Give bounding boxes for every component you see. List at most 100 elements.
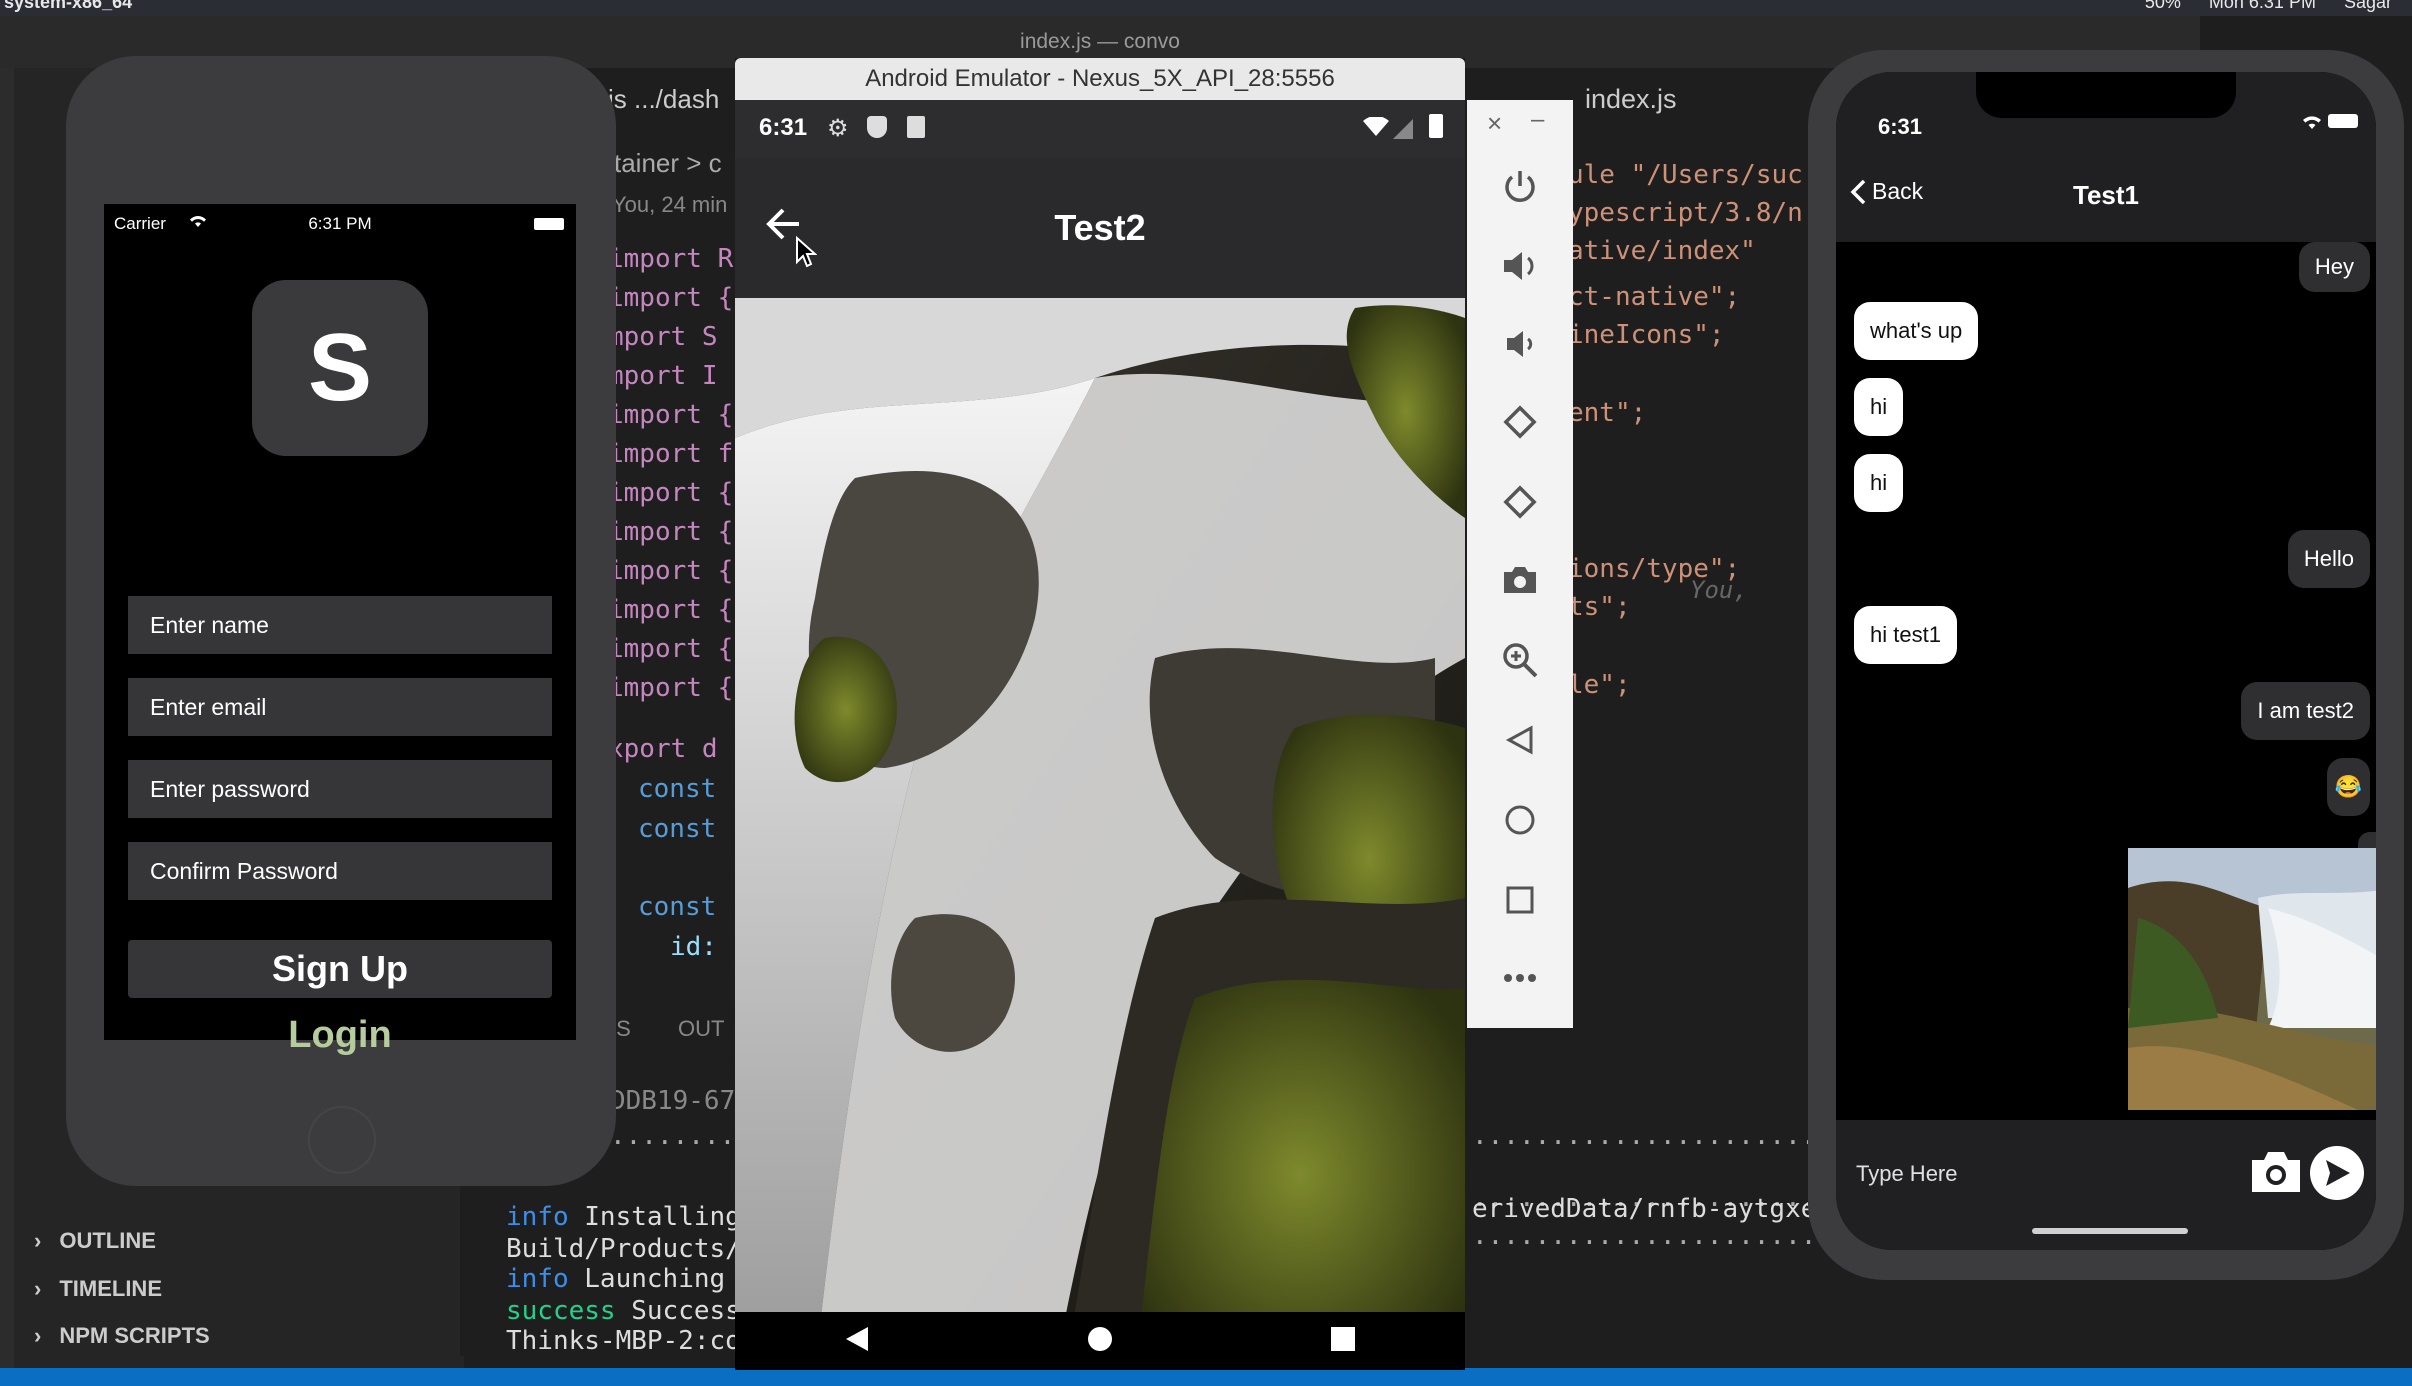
overview-icon[interactable] bbox=[1492, 872, 1548, 928]
code-id-line: id: bbox=[670, 932, 717, 962]
code-line: import f bbox=[608, 439, 734, 469]
close-icon[interactable]: × bbox=[1487, 108, 1502, 139]
battery-icon bbox=[534, 218, 564, 230]
waterfall-image bbox=[735, 298, 1465, 1370]
terminal-derived-data: erivedData/rnfb-aytgxec bbox=[1472, 1194, 1833, 1224]
nav-back-icon[interactable] bbox=[844, 1325, 870, 1358]
terminal-line-text: Thinks-MBP-2:co bbox=[506, 1326, 741, 1356]
rotate-right-icon[interactable] bbox=[1492, 474, 1548, 530]
message-bubble-out: Hello bbox=[2287, 530, 2370, 588]
sidebar-section-timeline[interactable]: › TIMELINE bbox=[34, 1276, 162, 1302]
terminal-line: info Launching bbox=[506, 1264, 725, 1294]
terminal-line: info Installing bbox=[506, 1202, 741, 1232]
android-clock: 6:31 bbox=[759, 114, 808, 141]
minimize-icon[interactable]: – bbox=[1531, 106, 1544, 134]
code-line: ct-native"; bbox=[1568, 282, 1741, 312]
laughing-emoji-icon: 😂 bbox=[2334, 774, 2362, 799]
terminal-line: Thinks-MBP-2:co bbox=[506, 1326, 741, 1356]
battery-icon bbox=[2328, 114, 2358, 128]
panel-tab-output[interactable]: OUT bbox=[678, 1016, 724, 1042]
rotate-left-icon[interactable] bbox=[1492, 394, 1548, 450]
code-line: mport S bbox=[608, 322, 718, 352]
chevron-right-icon: › bbox=[34, 1276, 42, 1301]
email-field[interactable] bbox=[128, 678, 552, 736]
camera-icon[interactable] bbox=[2248, 1148, 2304, 1201]
editor-tab-left[interactable]: js .../dash bbox=[608, 84, 719, 115]
terminal-line: success Success bbox=[506, 1296, 741, 1326]
code-line: import { bbox=[608, 478, 734, 508]
name-field[interactable] bbox=[128, 596, 552, 654]
chevron-right-icon: › bbox=[34, 1228, 42, 1253]
activity-bar bbox=[0, 68, 14, 1368]
code-line: import { bbox=[608, 556, 734, 586]
terminal-hash: DDB19-67 bbox=[610, 1086, 736, 1116]
back-icon[interactable] bbox=[1492, 712, 1548, 768]
code-line: import { bbox=[608, 673, 734, 703]
more-icon[interactable] bbox=[1492, 950, 1548, 1006]
send-button[interactable] bbox=[2310, 1146, 2364, 1200]
menubar-clock[interactable]: Mon 6:31 PM bbox=[2209, 0, 2316, 11]
mac-menubar: system-x86_64 50% Mon 6:31 PM Sagar bbox=[0, 0, 2412, 16]
signup-button[interactable]: Sign Up bbox=[128, 940, 552, 998]
code-line: ineIcons"; bbox=[1568, 320, 1725, 350]
home-icon[interactable] bbox=[1492, 792, 1548, 848]
code-line: import { bbox=[608, 595, 734, 625]
code-const-line: const bbox=[638, 814, 717, 844]
code-line: ent"; bbox=[1568, 398, 1647, 428]
terminal-line-text: Launching bbox=[584, 1264, 726, 1294]
emulator-toolbar: × – bbox=[1467, 100, 1573, 1028]
message-input[interactable] bbox=[1854, 1144, 2230, 1204]
wifi-icon bbox=[1363, 115, 1389, 144]
home-button[interactable] bbox=[308, 1106, 376, 1174]
signup-screen: Carrier 6:31 PM S Sign Up Login bbox=[104, 204, 576, 1056]
ios-simulator-chat: 6:31 Back Test1 Hey what's up hi hi Hell… bbox=[1808, 50, 2404, 1280]
breadcrumb[interactable]: tainer > c bbox=[614, 148, 722, 179]
chat-header: 6:31 Back Test1 bbox=[1836, 72, 2376, 242]
terminal-line-prefix: info bbox=[506, 1264, 569, 1294]
camera-icon[interactable] bbox=[1492, 552, 1548, 608]
volume-down-icon[interactable] bbox=[1492, 316, 1548, 372]
code-line: import { bbox=[608, 283, 734, 313]
menubar-user[interactable]: Sagar bbox=[2344, 0, 2392, 11]
editor-tab-index-js[interactable]: index.js bbox=[1585, 84, 1677, 115]
sidebar-section-label: TIMELINE bbox=[59, 1276, 162, 1301]
signal-icon bbox=[1393, 118, 1413, 146]
password-field[interactable] bbox=[128, 760, 552, 818]
wifi-icon bbox=[2300, 112, 2324, 135]
code-line: ts"; bbox=[1568, 592, 1631, 622]
code-line: le"; bbox=[1568, 670, 1631, 700]
ios-simulator-signup: Carrier 6:31 PM S Sign Up Login bbox=[66, 56, 616, 1186]
sidebar-section-npm-scripts[interactable]: › NPM SCRIPTS bbox=[34, 1323, 210, 1349]
message-bubble-in: hi bbox=[1854, 378, 1904, 436]
code-line: mport I bbox=[608, 361, 718, 391]
ios-status-bar: Carrier 6:31 PM bbox=[104, 214, 576, 238]
app-header: Test2 bbox=[735, 158, 1465, 298]
message-bubble-in: hi bbox=[1854, 454, 1904, 512]
code-line: import { bbox=[608, 517, 734, 547]
sd-card-icon bbox=[907, 116, 925, 138]
app-logo: S bbox=[252, 280, 428, 456]
terminal-line-text: Build/Products/ bbox=[506, 1234, 741, 1264]
code-line: import R bbox=[608, 244, 734, 274]
login-link[interactable]: Login bbox=[104, 1014, 576, 1057]
notch bbox=[1976, 72, 2236, 118]
menubar-app-label: system-x86_64 bbox=[4, 0, 133, 12]
battery-icon bbox=[1429, 114, 1443, 138]
nav-home-icon[interactable] bbox=[1087, 1326, 1113, 1357]
chat-screen: 6:31 Back Test1 Hey what's up hi hi Hell… bbox=[1836, 72, 2376, 1250]
terminal-dots: ························ bbox=[1472, 1228, 1848, 1258]
android-emulator-window: Android Emulator - Nexus_5X_API_28:5556 … bbox=[735, 58, 1465, 1370]
sidebar-section-outline[interactable]: › OUTLINE bbox=[34, 1228, 156, 1254]
zoom-icon[interactable] bbox=[1492, 632, 1548, 688]
git-blame-annotation: You, 24 min bbox=[612, 192, 728, 217]
volume-up-icon[interactable] bbox=[1492, 238, 1548, 294]
nav-overview-icon[interactable] bbox=[1330, 1326, 1356, 1357]
android-nav-bar bbox=[735, 1312, 1465, 1370]
code-const-line: const bbox=[638, 892, 717, 922]
code-line: import { bbox=[608, 634, 734, 664]
chat-title: Test1 bbox=[2073, 180, 2139, 210]
power-icon[interactable] bbox=[1492, 158, 1548, 214]
chat-image-waterfall[interactable] bbox=[2128, 848, 2376, 1110]
code-line: import { bbox=[608, 400, 734, 430]
confirm-password-field[interactable] bbox=[128, 842, 552, 900]
